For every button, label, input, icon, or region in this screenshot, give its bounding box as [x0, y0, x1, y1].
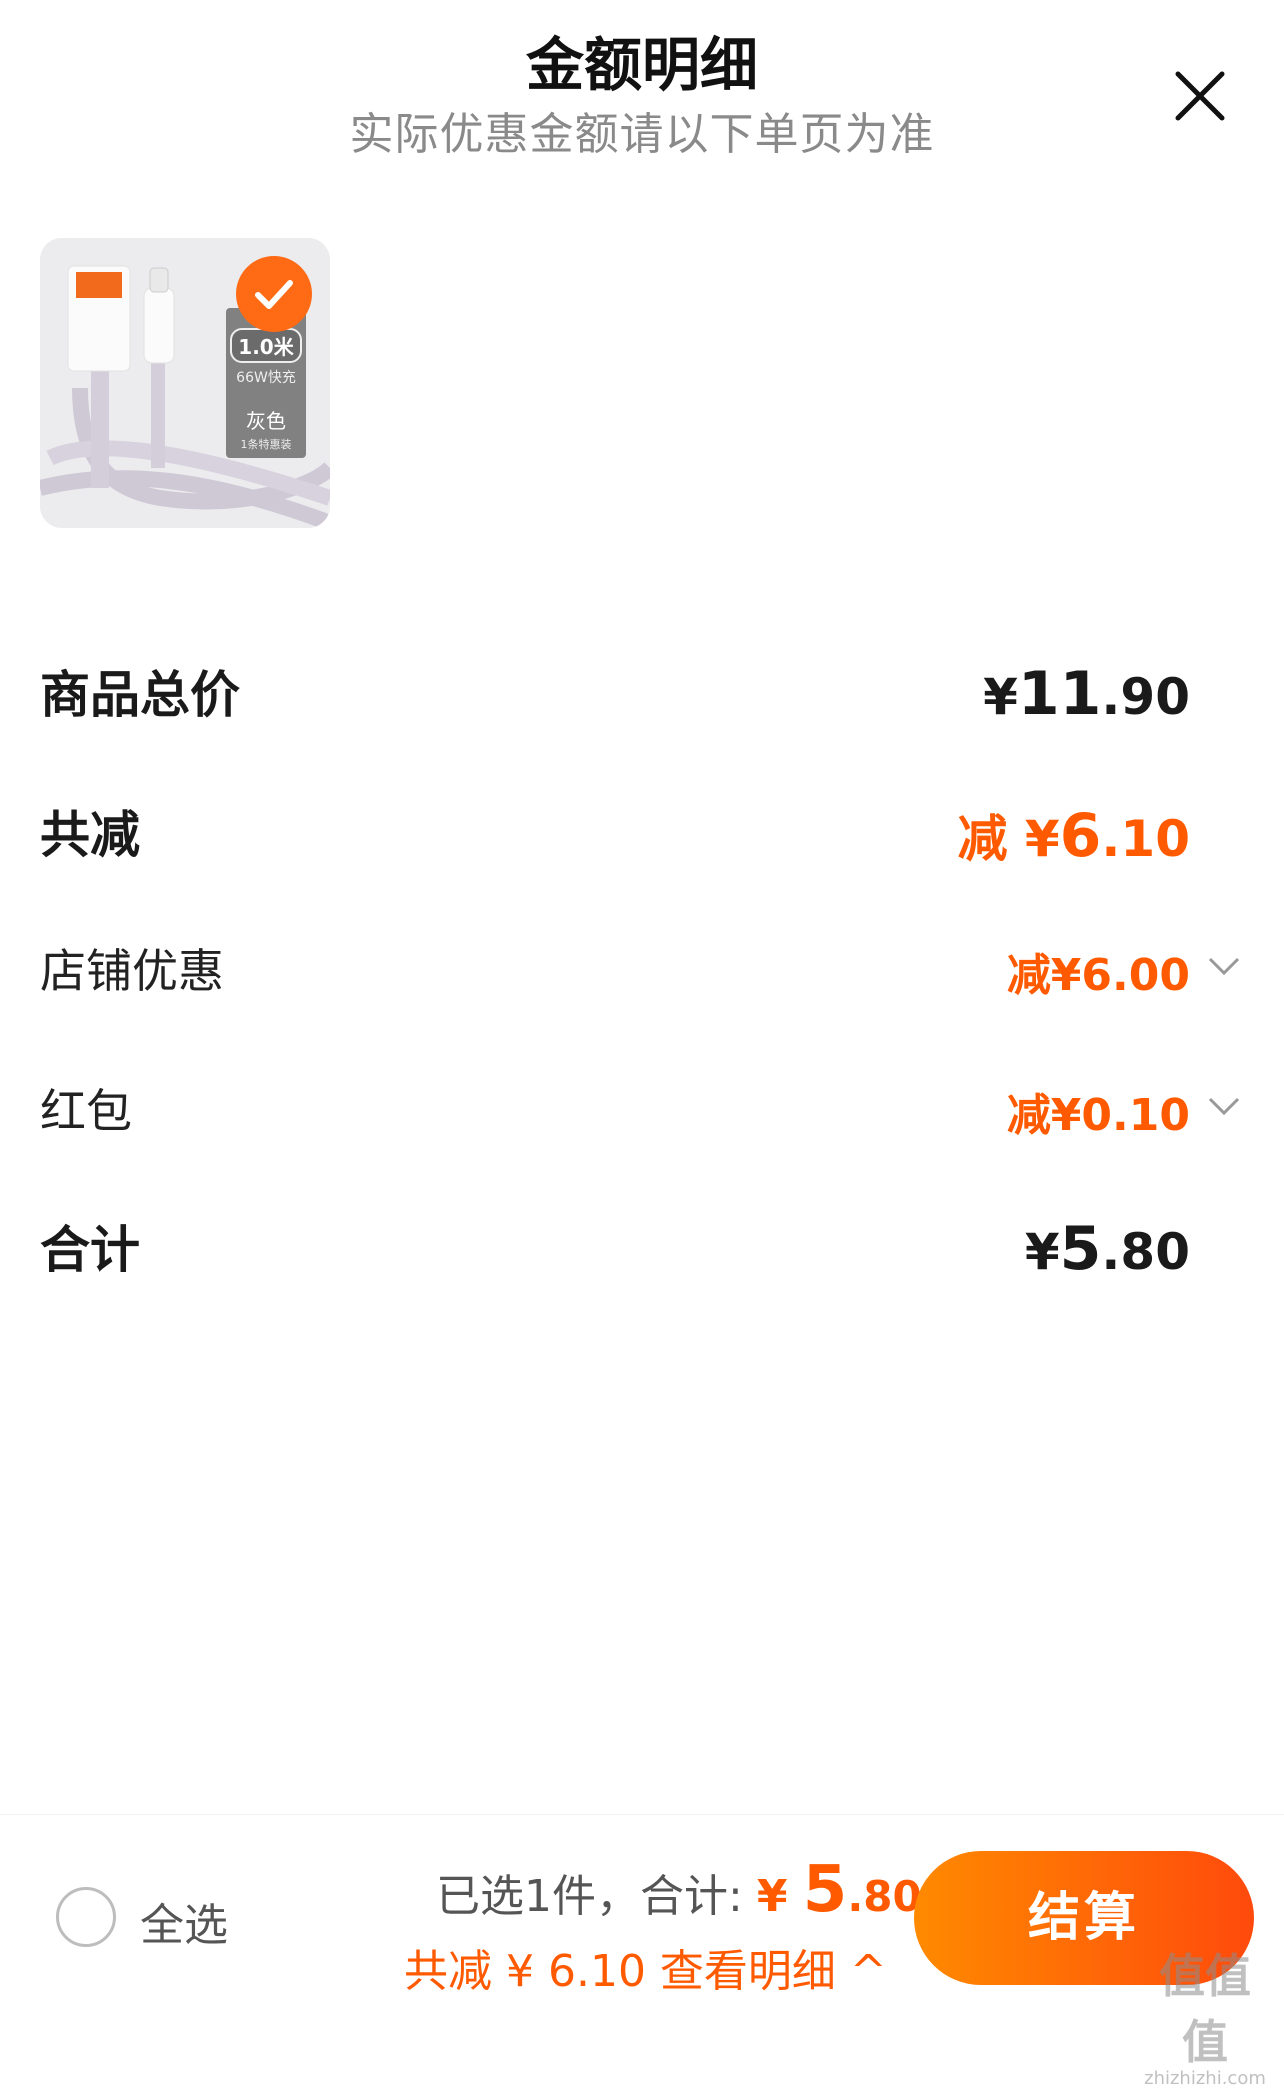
total-value: ¥5.80 [1024, 1214, 1190, 1284]
red-packet-label: 红包 [40, 1084, 132, 1138]
red-packet-value: 减¥0.10 [1006, 1090, 1190, 1141]
watermark: 值值值 zhizhizhi.com [1144, 1949, 1266, 2089]
total-label: 合计 [40, 1221, 140, 1279]
subtotal-label: 商品总价 [40, 666, 240, 724]
select-all-label[interactable]: 全选 [140, 1889, 228, 1953]
tag-feature: 66W快充 [236, 370, 296, 386]
product-thumbnail[interactable]: 1.0米 66W快充 灰色 1条特惠装 [40, 238, 330, 528]
shop-coupon-label: 店铺优惠 [40, 944, 224, 998]
chevron-down-icon[interactable] [1204, 1091, 1244, 1121]
shop-coupon-value: 减¥6.00 [1006, 950, 1190, 1001]
tag-length: 1.0米 [230, 328, 302, 363]
close-icon[interactable] [1170, 66, 1230, 126]
page-subtitle: 实际优惠金额请以下单页为准 [349, 109, 935, 160]
discount-value: 减 ¥6.10 [957, 801, 1190, 871]
chevron-down-icon[interactable] [1204, 951, 1244, 981]
select-all-radio[interactable] [56, 1887, 116, 1947]
row-red-packet[interactable]: 红包 减¥0.10 [40, 1075, 1244, 1145]
checkout-bar: 全选 已选1件，合计: ¥ 5.80 共减 ¥ 6.10 查看明细 ^ 结算 [0, 1814, 1284, 2026]
row-shop-coupon[interactable]: 店铺优惠 减¥6.00 [40, 935, 1244, 1005]
footer-total: ¥ 5.80 [756, 1853, 922, 1927]
page-title: 金额明细 [525, 31, 758, 99]
tag-color: 灰色 [246, 409, 286, 433]
view-detail-link[interactable]: 共减 ¥ 6.10 查看明细 ^ [404, 1935, 887, 1999]
selected-check-icon[interactable] [236, 256, 312, 332]
row-subtotal: 商品总价 ¥11.90 [40, 655, 1244, 735]
header: 金额明细 实际优惠金额请以下单页为准 [0, 0, 1284, 160]
discount-label: 共减 [40, 806, 140, 864]
subtotal-value: ¥11.90 [983, 659, 1190, 729]
selection-summary: 已选1件，合计: ¥ 5.80 [436, 1853, 922, 1927]
tag-pack: 1条特惠装 [240, 438, 292, 451]
row-total-discount: 共减 减 ¥6.10 [40, 795, 1244, 875]
row-total: 合计 ¥5.80 [40, 1210, 1244, 1290]
